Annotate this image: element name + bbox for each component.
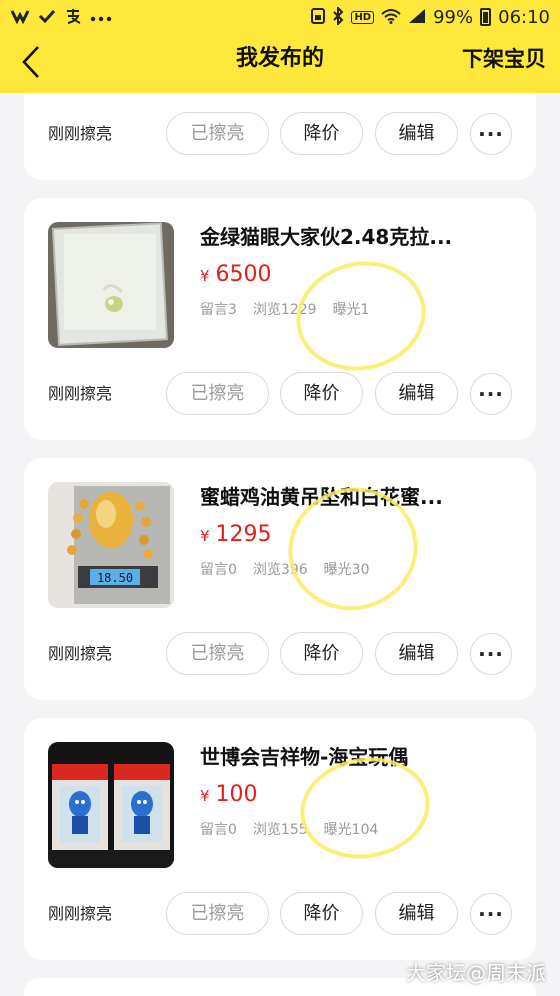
item-stats: 留言0 浏览396 曝光30: [200, 558, 369, 582]
item-title[interactable]: 金绿猫眼大家伙2.48克拉...: [200, 222, 500, 252]
price-value: 6500: [215, 262, 272, 287]
listing-card: 刚刚擦亮 已擦亮 降价 编辑 ···: [24, 93, 536, 180]
status-left-icons: [10, 7, 112, 28]
price-value: 100: [215, 782, 258, 807]
views-count: 浏览396: [252, 562, 308, 578]
delist-items-button[interactable]: 下架宝贝: [462, 34, 546, 84]
polished-button[interactable]: 已擦亮: [166, 632, 269, 675]
polished-button[interactable]: 已擦亮: [166, 112, 269, 155]
status-time: 06:10: [498, 6, 550, 28]
just-polished-label: 刚刚擦亮: [48, 124, 113, 143]
check-icon: [38, 8, 56, 27]
wifi-icon: [381, 8, 401, 27]
item-price: ¥6500: [200, 260, 272, 291]
polished-button[interactable]: 已擦亮: [166, 892, 269, 935]
just-polished-label: 刚刚擦亮: [48, 644, 113, 663]
item-price: ¥100: [200, 780, 258, 811]
battery-percent: 99%: [433, 6, 474, 28]
currency-symbol: ¥: [200, 267, 210, 285]
scale-reading: 18.50: [97, 571, 133, 585]
bluetooth-icon: [332, 5, 344, 28]
product-thumbnail[interactable]: [48, 222, 174, 348]
comments-count: 留言3: [200, 302, 237, 318]
item-stats: 留言3 浏览1229 曝光1: [200, 298, 369, 322]
comments-count: 留言0: [200, 822, 237, 838]
views-count: 浏览1229: [252, 302, 317, 318]
reduce-price-button[interactable]: 降价: [280, 112, 363, 155]
listing-card: 金绿猫眼大家伙2.48克拉... ¥6500 留言3 浏览1229 曝光1 刚刚…: [24, 198, 536, 440]
just-polished-label: 刚刚擦亮: [48, 904, 113, 923]
currency-symbol: ¥: [200, 787, 210, 805]
haibao-mascot-image: [48, 742, 174, 868]
chevron-left-icon: [22, 46, 39, 78]
product-thumbnail[interactable]: 18.50: [48, 482, 174, 608]
amber-pendant-scale-image: 18.50: [48, 482, 174, 608]
cats-eye-gem-image: [48, 222, 174, 348]
back-button[interactable]: [14, 42, 48, 82]
edit-button[interactable]: 编辑: [375, 372, 458, 415]
item-stats: 留言0 浏览155 曝光104: [200, 818, 378, 842]
currency-symbol: ¥: [200, 527, 210, 545]
item-title[interactable]: 世博会吉祥物-海宝玩偶: [200, 742, 500, 772]
edit-button[interactable]: 编辑: [375, 112, 458, 155]
status-bar: HD 99% 06:10: [0, 0, 560, 34]
battery-icon: [480, 8, 492, 26]
more-options-button[interactable]: ···: [470, 373, 512, 415]
reduce-price-button[interactable]: 降价: [280, 632, 363, 675]
watermark: 大家坛@周末派: [406, 961, 546, 985]
hd-icon: HD: [351, 10, 375, 24]
alipay-icon: [64, 7, 82, 28]
product-thumbnail[interactable]: [48, 742, 174, 868]
views-count: 浏览155: [252, 822, 308, 838]
reduce-price-button[interactable]: 降价: [280, 372, 363, 415]
nav-bar: 我发布的 下架宝贝: [0, 34, 560, 93]
exposure-count: 曝光30: [323, 562, 370, 578]
more-dots-icon: [90, 9, 112, 25]
more-options-button[interactable]: ···: [470, 893, 512, 935]
more-options-button[interactable]: ···: [470, 633, 512, 675]
just-polished-label: 刚刚擦亮: [48, 384, 113, 403]
sim-lock-icon: [311, 7, 326, 27]
edit-button[interactable]: 编辑: [375, 892, 458, 935]
exposure-count: 曝光104: [323, 822, 379, 838]
exposure-count: 曝光1: [332, 302, 370, 318]
reduce-price-button[interactable]: 降价: [280, 892, 363, 935]
status-right-icons: HD 99% 06:10: [311, 5, 550, 28]
header-bar: HD 99% 06:10 我发布的 下架宝贝: [0, 0, 560, 93]
edit-button[interactable]: 编辑: [375, 632, 458, 675]
comments-count: 留言0: [200, 562, 237, 578]
item-title[interactable]: 蜜蜡鸡油黄吊坠和白花蜜...: [200, 482, 500, 512]
listing-card: 18.50 蜜蜡鸡油黄吊坠和白花蜜... ¥1295 留言0 浏览396 曝光3…: [24, 458, 536, 700]
more-options-button[interactable]: ···: [470, 113, 512, 155]
price-value: 1295: [215, 522, 272, 547]
signal-icon: [408, 8, 426, 27]
weibo-icon: [10, 8, 30, 27]
item-price: ¥1295: [200, 520, 272, 551]
listing-card: 世博会吉祥物-海宝玩偶 ¥100 留言0 浏览155 曝光104 刚刚擦亮 已擦…: [24, 718, 536, 960]
polished-button[interactable]: 已擦亮: [166, 372, 269, 415]
